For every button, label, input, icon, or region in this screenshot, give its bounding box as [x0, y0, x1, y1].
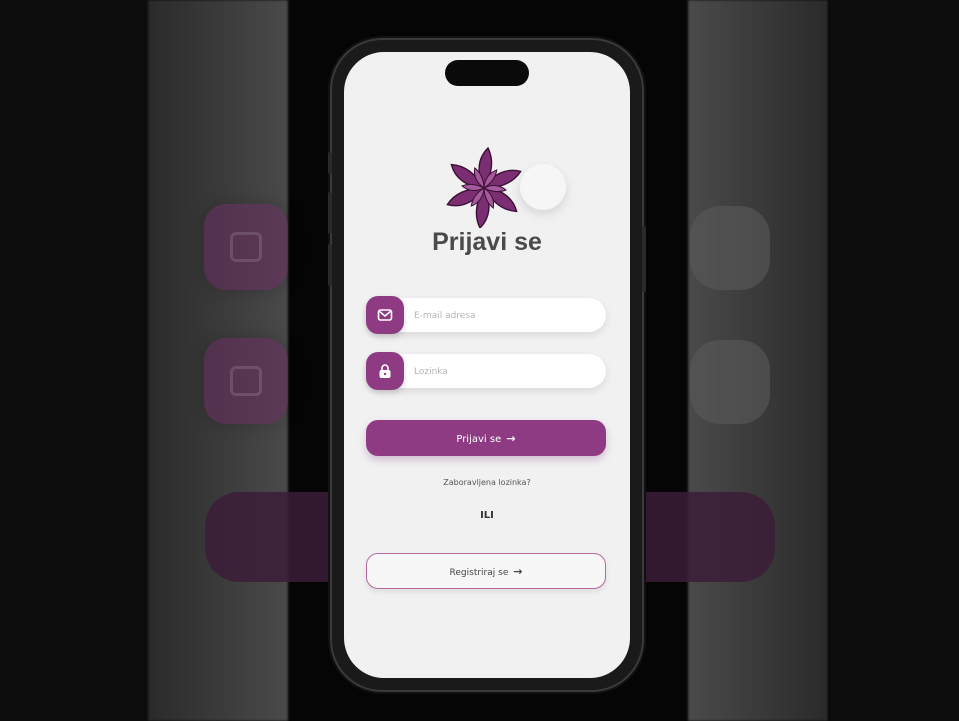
background-left-edge — [0, 0, 148, 721]
phone-volume-down-button — [328, 244, 332, 286]
email-field[interactable] — [366, 296, 606, 334]
arrow-right-icon: → — [513, 564, 523, 578]
password-input[interactable] — [412, 354, 596, 390]
arrow-right-icon: → — [506, 431, 516, 445]
background-field-pill — [690, 206, 770, 290]
background-lock-tile — [204, 338, 288, 424]
background-mail-icon — [230, 232, 262, 262]
app-screen: Prijavi se Prijavi se → — [344, 52, 630, 678]
register-button[interactable]: Registriraj se → — [366, 553, 606, 589]
background-mail-tile — [204, 204, 288, 290]
login-button-label: Prijavi se — [456, 433, 502, 445]
background-right-edge — [828, 0, 959, 721]
forgot-password-link[interactable]: Zaboravljena lozinka? — [344, 478, 630, 487]
phone-power-button — [642, 226, 646, 292]
background-field-pill — [690, 340, 770, 424]
star-flower-logo — [446, 146, 522, 228]
background-lock-icon — [230, 366, 262, 396]
phone-volume-up-button — [328, 192, 332, 234]
page-title: Prijavi se — [432, 228, 542, 256]
phone-mute-button — [328, 152, 332, 174]
email-input[interactable] — [412, 298, 596, 334]
mail-icon — [366, 296, 404, 334]
theme-toggle[interactable] — [520, 164, 566, 210]
login-button[interactable]: Prijavi se → — [366, 420, 606, 456]
lock-icon — [366, 352, 404, 390]
password-field[interactable] — [366, 352, 606, 390]
register-button-label: Registriraj se — [449, 567, 509, 578]
or-divider: ILI — [480, 510, 494, 521]
phone-frame: Prijavi se Prijavi se → — [328, 40, 646, 690]
dynamic-island — [445, 60, 529, 86]
